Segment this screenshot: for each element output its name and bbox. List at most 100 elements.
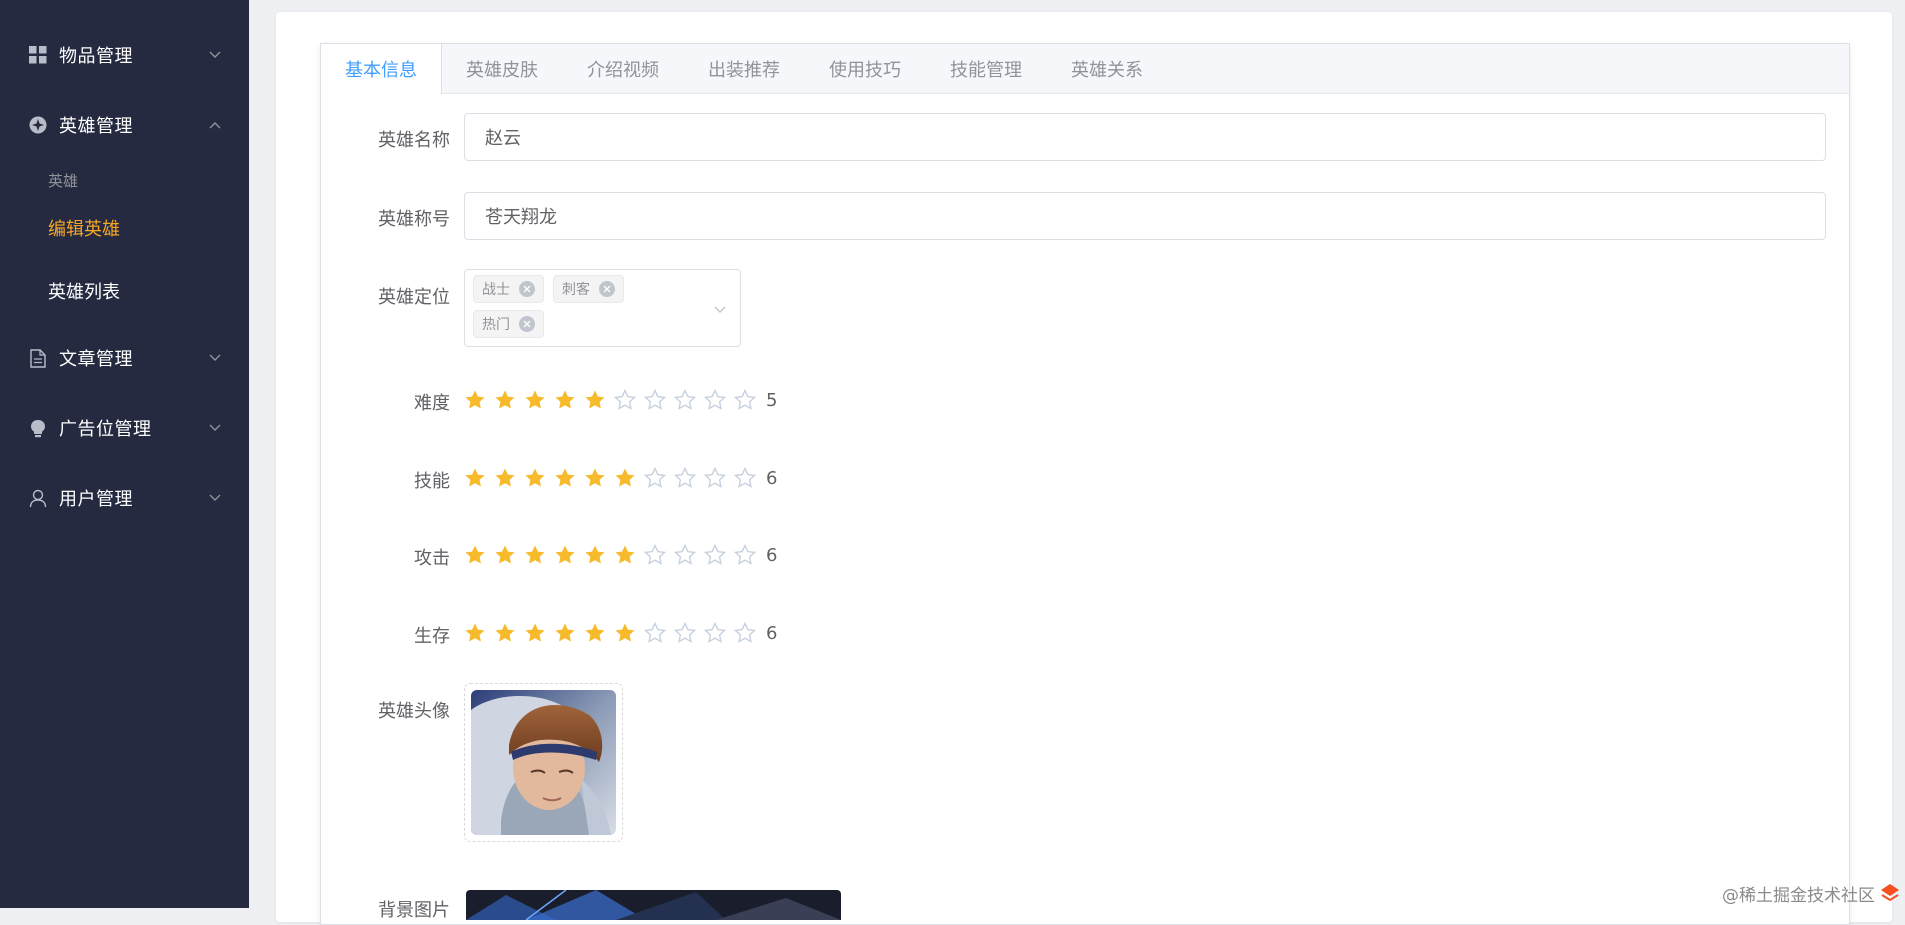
sidebar-item-label: 英雄管理	[59, 116, 133, 137]
hero-position-label: 英雄定位	[378, 287, 450, 308]
survival-label: 生存	[414, 626, 450, 647]
star-filled-icon[interactable]	[584, 544, 606, 566]
difficulty-rating[interactable]: 5	[464, 385, 777, 415]
close-icon[interactable]	[599, 281, 615, 297]
sidebar-item-hero-list[interactable]: 英雄列表	[0, 266, 249, 316]
background-image-preview[interactable]	[466, 890, 841, 920]
star-empty-icon[interactable]	[674, 544, 696, 566]
star-empty-icon[interactable]	[674, 622, 696, 644]
star-empty-icon[interactable]	[704, 389, 726, 411]
sidebar-item-items[interactable]: 物品管理	[0, 27, 249, 83]
star-empty-icon[interactable]	[644, 389, 666, 411]
rating-value: 6	[766, 622, 778, 644]
star-filled-icon[interactable]	[494, 389, 516, 411]
star-filled-icon[interactable]	[464, 467, 486, 489]
watermark: @稀土掘金技术社区	[1722, 886, 1875, 906]
sidebar-item-label: 物品管理	[59, 46, 133, 67]
sidebar: 物品管理 英雄管理 英雄 编辑英雄 英雄列表 文章管理 广告位管理 用户管理	[0, 0, 249, 908]
sidebar-item-users[interactable]: 用户管理	[0, 470, 249, 526]
skill-rating[interactable]: 6	[464, 463, 777, 493]
star-empty-icon[interactable]	[704, 544, 726, 566]
star-filled-icon[interactable]	[464, 389, 486, 411]
star-filled-icon[interactable]	[464, 544, 486, 566]
star-empty-icon[interactable]	[734, 389, 756, 411]
sidebar-item-heroes[interactable]: 英雄管理	[0, 97, 249, 153]
star-filled-icon[interactable]	[494, 622, 516, 644]
hero-title-label: 英雄称号	[378, 209, 450, 230]
tab-equipment[interactable]: 出装推荐	[684, 44, 804, 93]
star-filled-icon[interactable]	[524, 622, 546, 644]
close-icon[interactable]	[519, 316, 535, 332]
star-filled-icon[interactable]	[554, 544, 576, 566]
star-filled-icon[interactable]	[524, 389, 546, 411]
document-icon	[29, 348, 47, 368]
tag-label: 战士	[482, 282, 510, 298]
star-filled-icon[interactable]	[554, 389, 576, 411]
chevron-down-icon	[209, 352, 221, 364]
star-filled-icon[interactable]	[524, 467, 546, 489]
skill-label: 技能	[414, 471, 450, 492]
star-empty-icon[interactable]	[644, 544, 666, 566]
logo-icon	[1879, 882, 1901, 904]
star-empty-icon[interactable]	[644, 467, 666, 489]
sidebar-item-label: 文章管理	[59, 349, 133, 370]
star-filled-icon[interactable]	[614, 467, 636, 489]
hero-name-input[interactable]	[464, 113, 1826, 161]
hero-name-label: 英雄名称	[378, 130, 450, 151]
close-icon[interactable]	[519, 281, 535, 297]
position-tag: 战士	[473, 275, 544, 303]
star-filled-icon[interactable]	[494, 544, 516, 566]
attack-rating[interactable]: 6	[464, 540, 777, 570]
star-filled-icon[interactable]	[554, 467, 576, 489]
tag-label: 刺客	[562, 282, 590, 298]
rating-value: 5	[766, 389, 778, 411]
star-filled-icon[interactable]	[464, 622, 486, 644]
star-empty-icon[interactable]	[644, 622, 666, 644]
tab-relations[interactable]: 英雄关系	[1047, 44, 1167, 93]
sidebar-item-label: 英雄列表	[48, 282, 120, 303]
star-empty-icon[interactable]	[704, 622, 726, 644]
hero-position-select[interactable]: 战士 刺客 热门	[464, 269, 741, 347]
tab-intro-video[interactable]: 介绍视频	[563, 44, 683, 93]
menu-group-title: 英雄	[48, 172, 79, 190]
star-filled-icon[interactable]	[584, 467, 606, 489]
user-icon	[29, 489, 47, 507]
difficulty-label: 难度	[414, 393, 450, 414]
star-empty-icon[interactable]	[734, 622, 756, 644]
star-filled-icon[interactable]	[554, 622, 576, 644]
tab-basic-info[interactable]: 基本信息	[321, 44, 442, 94]
star-empty-icon[interactable]	[674, 467, 696, 489]
tabs-header: 基本信息 英雄皮肤 介绍视频 出装推荐 使用技巧 技能管理 英雄关系	[321, 44, 1849, 94]
avatar-uploader[interactable]	[464, 683, 623, 842]
star-empty-icon[interactable]	[734, 544, 756, 566]
chevron-down-icon	[209, 49, 221, 61]
sidebar-item-articles[interactable]: 文章管理	[0, 330, 249, 386]
star-filled-icon[interactable]	[614, 544, 636, 566]
sidebar-item-label: 编辑英雄	[48, 219, 120, 240]
star-empty-icon[interactable]	[614, 389, 636, 411]
position-tag: 热门	[473, 310, 544, 338]
tab-skills[interactable]: 技能管理	[926, 44, 1046, 93]
star-empty-icon[interactable]	[734, 467, 756, 489]
grid-icon	[29, 46, 47, 64]
hero-title-input[interactable]	[464, 192, 1826, 240]
sidebar-item-edit-hero[interactable]: 编辑英雄	[0, 203, 249, 253]
attack-label: 攻击	[414, 548, 450, 569]
star-empty-icon[interactable]	[704, 467, 726, 489]
tab-hero-skins[interactable]: 英雄皮肤	[442, 44, 562, 93]
sidebar-item-label: 广告位管理	[59, 419, 152, 440]
chevron-down-icon	[712, 301, 728, 317]
survival-rating[interactable]: 6	[464, 618, 777, 648]
star-filled-icon[interactable]	[524, 544, 546, 566]
star-filled-icon[interactable]	[494, 467, 516, 489]
tab-tips[interactable]: 使用技巧	[805, 44, 925, 93]
star-filled-icon[interactable]	[614, 622, 636, 644]
star-filled-icon[interactable]	[584, 622, 606, 644]
avatar-label: 英雄头像	[378, 701, 450, 722]
sidebar-item-label: 用户管理	[59, 489, 133, 510]
star-empty-icon[interactable]	[674, 389, 696, 411]
sidebar-item-ads[interactable]: 广告位管理	[0, 400, 249, 456]
star-filled-icon[interactable]	[584, 389, 606, 411]
chevron-down-icon	[209, 492, 221, 504]
tag-label: 热门	[482, 317, 510, 333]
